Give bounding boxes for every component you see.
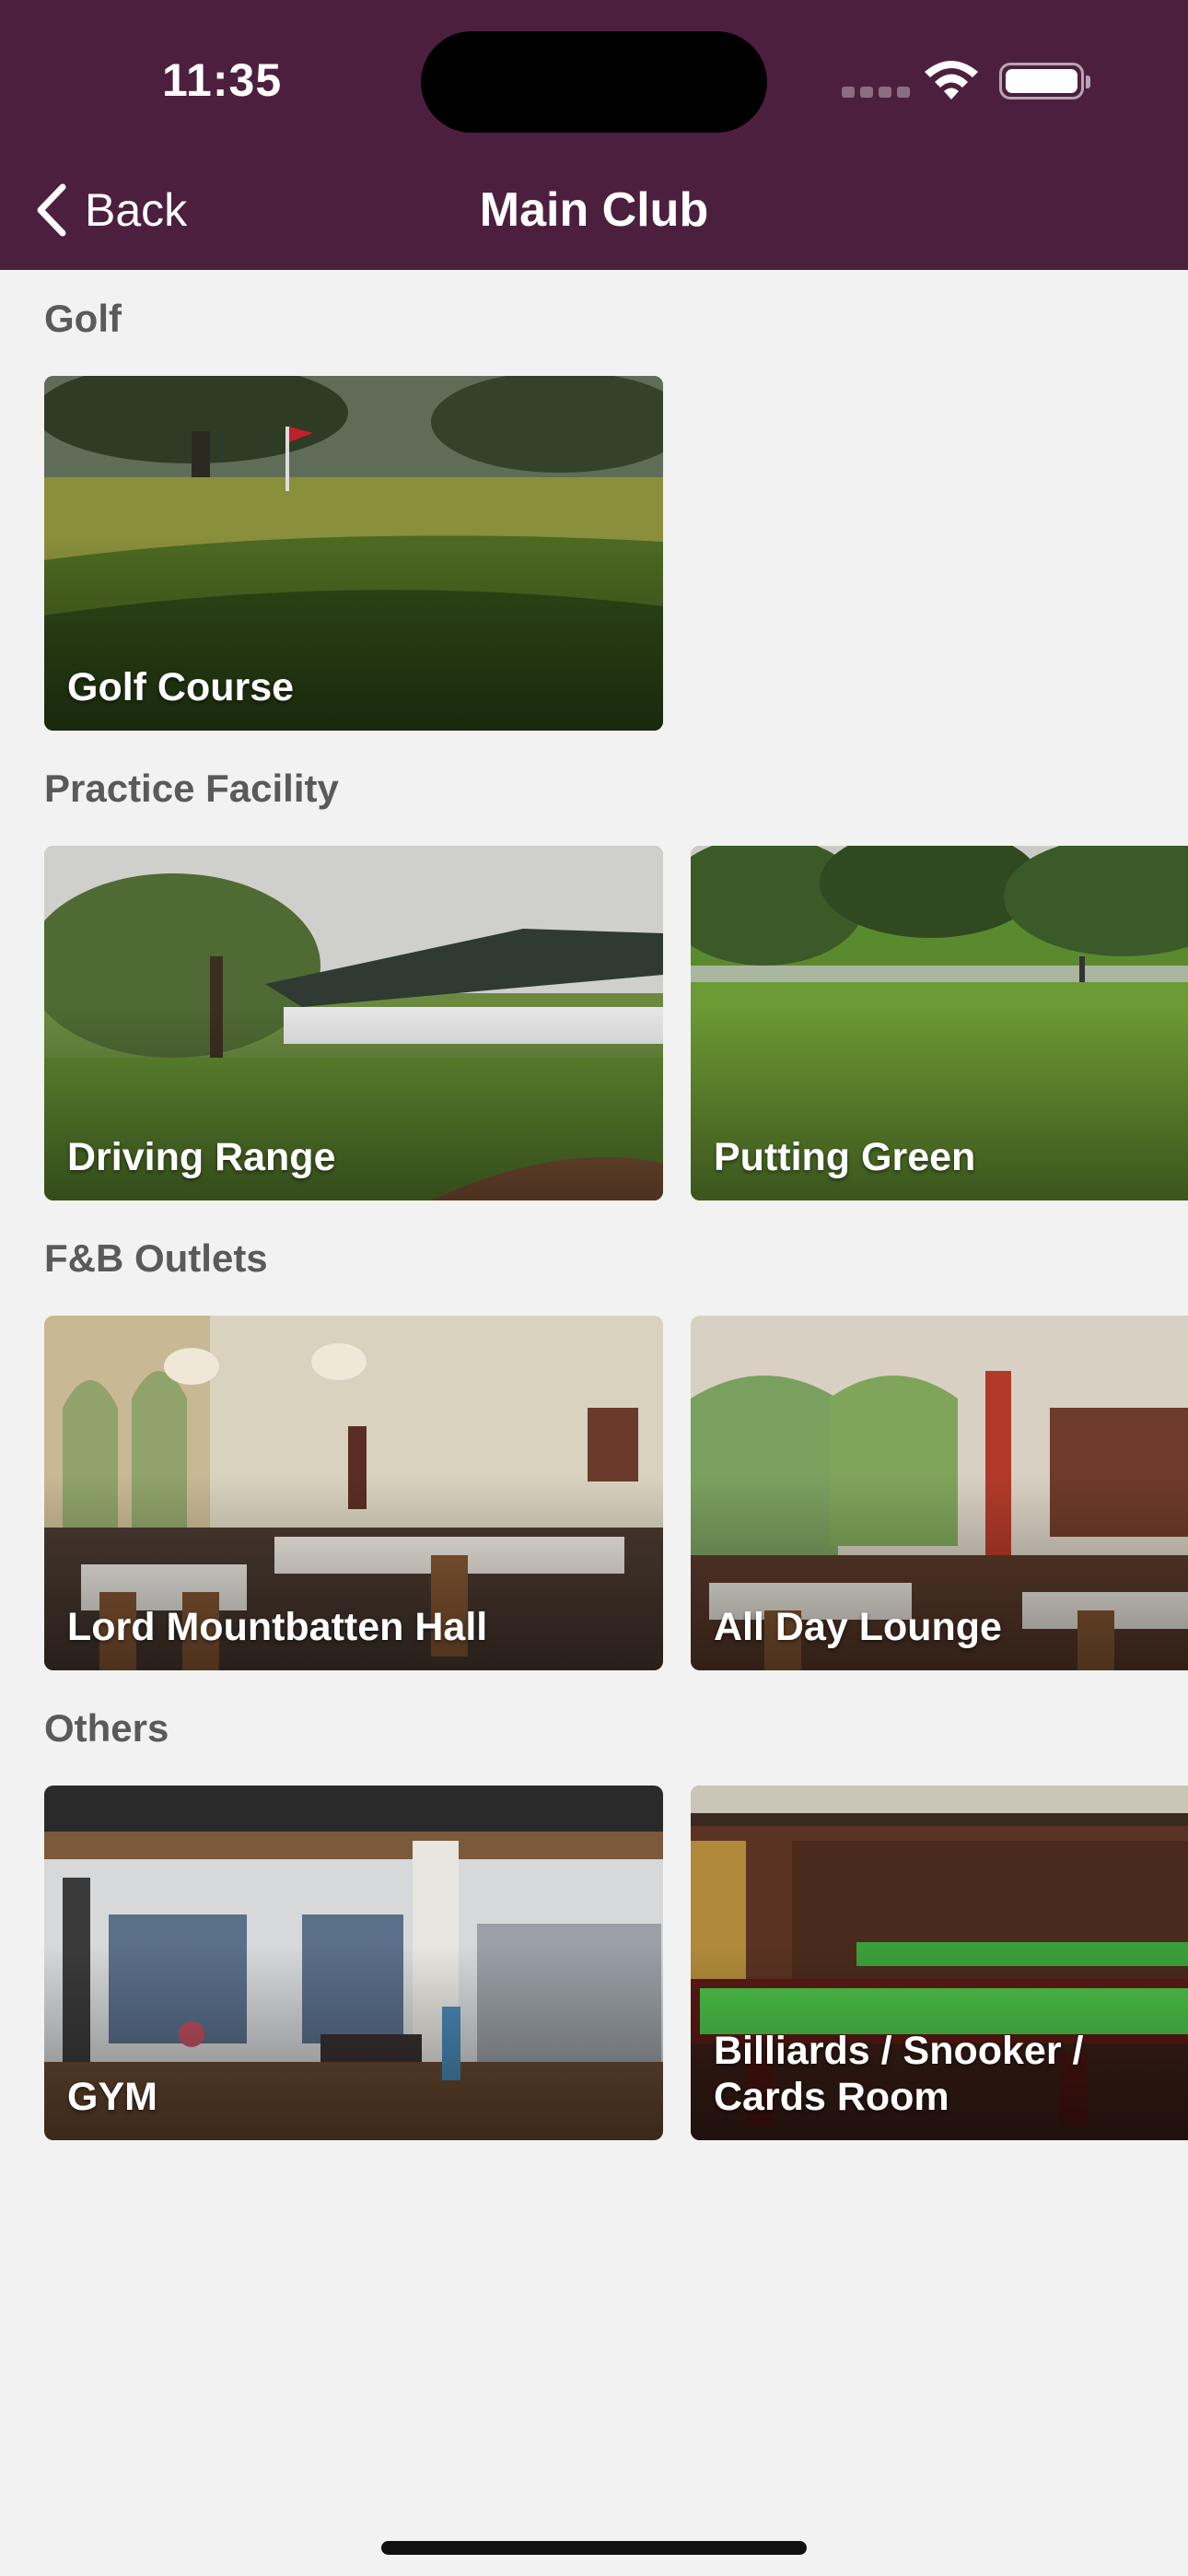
- facility-card-driving-range[interactable]: Driving Range: [44, 846, 663, 1200]
- card-label: Billiards / Snooker / Cards Room: [714, 2029, 1084, 2119]
- card-label: Golf Course: [67, 665, 295, 709]
- card-label: Putting Green: [714, 1135, 976, 1179]
- facility-card-putting-green[interactable]: Putting Green: [691, 846, 1188, 1200]
- card-label: All Day Lounge: [714, 1605, 1002, 1649]
- status-time: 11:35: [162, 54, 283, 106]
- nav-header: 11:35 Back Main Club: [0, 0, 1188, 270]
- battery-icon: [999, 63, 1090, 100]
- card-label: Driving Range: [67, 1135, 336, 1179]
- card-label: Lord Mountbatten Hall: [67, 1605, 488, 1649]
- facility-card-billiards-snooker-cards-room[interactable]: Billiards / Snooker / Cards Room: [691, 1786, 1188, 2140]
- signal-icon: [842, 87, 910, 98]
- wifi-icon: [925, 61, 978, 100]
- section-label-practice-facility: Practice Facility: [44, 767, 339, 810]
- dynamic-island: [421, 31, 767, 133]
- page-title: Main Club: [479, 183, 709, 237]
- facility-card-gym[interactable]: GYM: [44, 1786, 663, 2140]
- section-label-others: Others: [44, 1706, 169, 1750]
- facility-card-lord-mountbatten-hall[interactable]: Lord Mountbatten Hall: [44, 1316, 663, 1670]
- section-label-golf: Golf: [44, 297, 122, 340]
- facility-card-all-day-lounge[interactable]: All Day Lounge: [691, 1316, 1188, 1670]
- card-label: GYM: [67, 2075, 157, 2119]
- section-label-fb-outlets: F&B Outlets: [44, 1236, 268, 1280]
- home-indicator[interactable]: [381, 2541, 807, 2555]
- facility-card-golf-course[interactable]: Golf Course: [44, 376, 663, 731]
